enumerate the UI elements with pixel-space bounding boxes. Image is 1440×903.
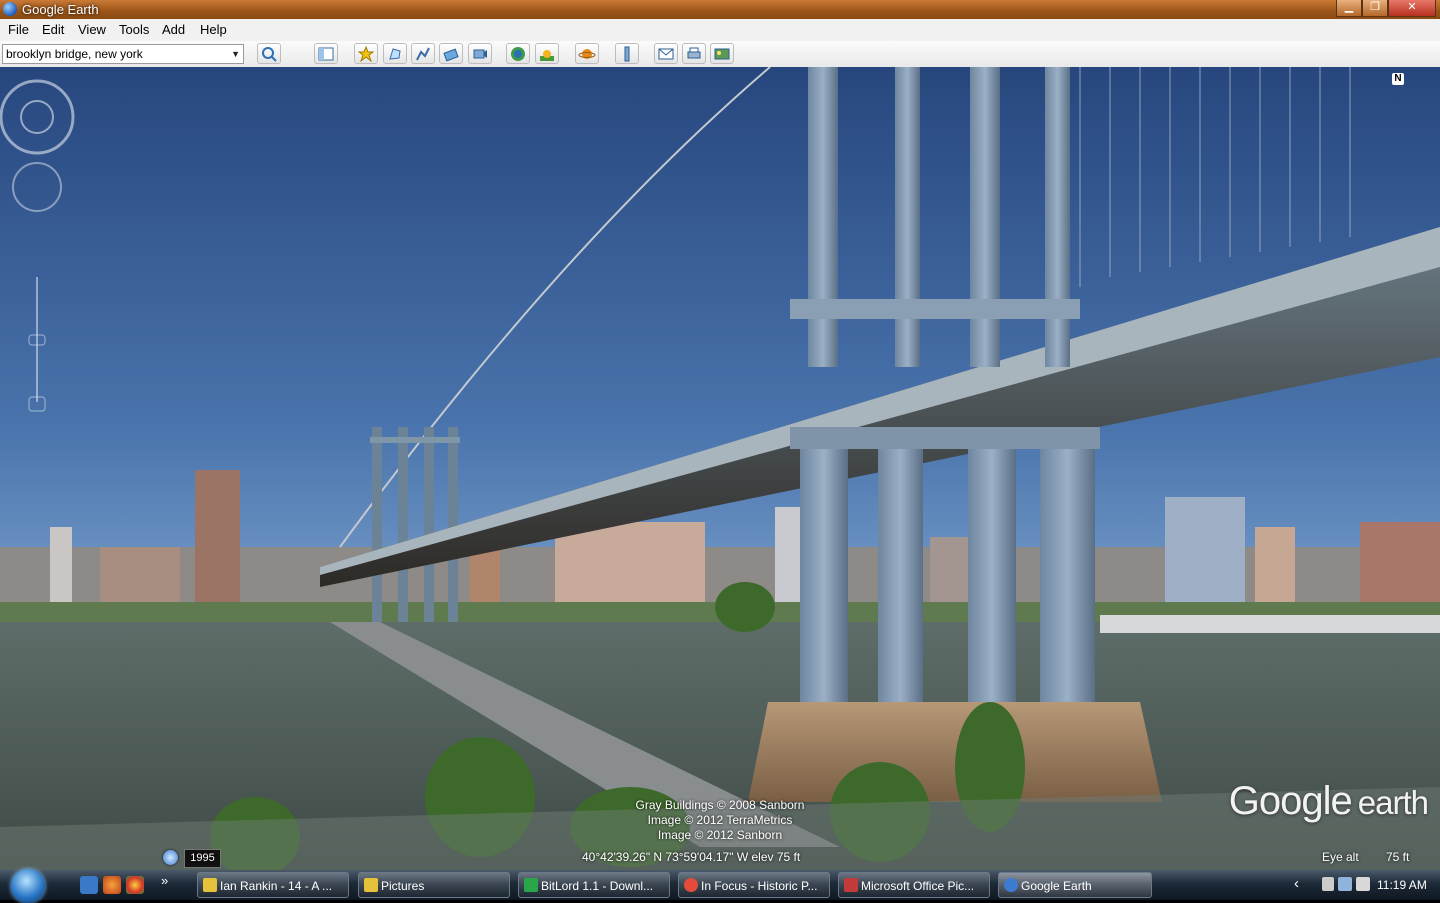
compass-north-icon[interactable]: N [1392, 73, 1404, 85]
taskbar-item[interactable]: Microsoft Office Pic... [838, 872, 990, 898]
start-button[interactable] [9, 869, 49, 903]
credit-line: Gray Buildings © 2008 Sanborn [635, 798, 805, 812]
polygon-icon [389, 47, 401, 60]
network-icon[interactable] [1338, 877, 1352, 891]
map-viewport[interactable]: N Gray Buildings © 2008 Sanborn Image © … [0, 67, 1440, 870]
watermark-product: earth [1357, 784, 1429, 821]
menu-help[interactable]: Help [200, 22, 227, 37]
taskbar-item[interactable]: BitLord 1.1 - Downl... [518, 872, 670, 898]
stone-base [748, 702, 1162, 802]
navigation-controls[interactable] [0, 67, 80, 427]
folder-icon [364, 878, 378, 892]
switch-sky-button[interactable] [575, 43, 599, 64]
taskbar-item-label: Ian Rankin - 14 - A ... [220, 879, 333, 893]
chrome-icon [684, 878, 698, 892]
google-earth-icon [3, 2, 17, 16]
record-tour-icon [473, 49, 487, 58]
eye-alt-value: 75 ft [1386, 850, 1410, 864]
system-tray: ‹ 11:19 AM [1292, 870, 1440, 900]
clock[interactable]: 11:19 AM [1377, 878, 1427, 892]
status-bar: 1995 40°42'39.26" N 73°59'04.17" W elev … [0, 849, 1440, 868]
search-dropdown-icon[interactable]: ▼ [231, 45, 240, 63]
historical-imagery-icon[interactable] [163, 850, 178, 865]
toolbar: ▼ [0, 41, 1440, 68]
image-overlay-icon [443, 48, 459, 61]
bridge-scene [0, 67, 1440, 870]
taskbar-item[interactable]: Ian Rankin - 14 - A ... [197, 872, 349, 898]
title-bar: Google Earth ▁ ❐ ✕ [0, 0, 1440, 19]
taskbar-item-label: In Focus - Historic P... [701, 879, 818, 893]
menu-view[interactable]: View [78, 22, 106, 37]
watermark-brand: Google [1228, 779, 1353, 823]
menu-file[interactable]: File [8, 22, 29, 37]
taskbar-item-label: Microsoft Office Pic... [861, 879, 975, 893]
imagery-year: 1995 [184, 849, 221, 868]
email-button[interactable] [654, 43, 678, 64]
add-polygon-button[interactable] [383, 43, 407, 64]
firefox-icon[interactable] [103, 876, 121, 894]
google-earth-watermark: Google earth [1228, 779, 1429, 824]
quicklaunch-more[interactable]: » [161, 873, 168, 888]
sunlight-icon [540, 49, 554, 61]
tray-expand-icon[interactable]: ‹ [1294, 875, 1299, 892]
credit-line: Image © 2012 Sanborn [657, 828, 783, 842]
credit-line: Image © 2012 TerraMetrics [647, 813, 793, 827]
restore-button[interactable]: ❐ [1362, 0, 1388, 17]
move-joystick[interactable] [12, 162, 62, 212]
print-button[interactable] [682, 43, 706, 64]
close-button[interactable]: ✕ [1388, 0, 1436, 17]
add-path-button[interactable] [411, 43, 435, 64]
menu-edit[interactable]: Edit [42, 22, 64, 37]
sky-planet-icon [578, 48, 596, 59]
windows-taskbar: » Ian Rankin - 14 - A ... Pictures BitLo… [0, 869, 1440, 903]
eye-alt-label: Eye alt [1322, 850, 1359, 864]
ruler-icon [624, 46, 630, 61]
save-image-button[interactable] [710, 43, 734, 64]
pier-shore [1100, 615, 1440, 633]
look-joystick[interactable] [20, 100, 54, 134]
taskbar-item-label: Google Earth [1021, 879, 1092, 893]
taskbar-item-active[interactable]: Google Earth [998, 872, 1152, 898]
window-title: Google Earth [22, 2, 99, 17]
menu-bar: File Edit View Tools Add Help [0, 19, 1440, 41]
record-tour-button[interactable] [468, 43, 492, 64]
placemark-icon [358, 45, 374, 62]
print-icon [687, 47, 701, 58]
windows-logo-icon [11, 869, 45, 903]
sidebar-toggle-button[interactable] [314, 43, 338, 64]
taskbar-item[interactable]: Pictures [358, 872, 510, 898]
email-icon [658, 48, 674, 59]
save-image-icon [714, 48, 730, 59]
sidebar-toggle-icon [318, 47, 334, 60]
add-image-overlay-button[interactable] [439, 43, 463, 64]
minimize-button[interactable]: ▁ [1336, 0, 1362, 17]
sunlight-button[interactable] [535, 43, 559, 64]
google-earth-icon [1004, 878, 1018, 892]
show-desktop-icon[interactable] [80, 876, 98, 894]
taskbar-item-label: Pictures [381, 879, 425, 893]
office-picture-icon [844, 878, 858, 892]
chrome-icon[interactable] [126, 876, 144, 894]
search-input[interactable] [3, 45, 226, 63]
ruler-button[interactable] [615, 43, 639, 64]
search-field[interactable]: ▼ [2, 44, 244, 64]
search-button[interactable] [257, 43, 281, 64]
historical-imagery-icon [511, 46, 525, 61]
bitlord-icon [524, 878, 538, 892]
window-controls: ▁ ❐ ✕ [1336, 0, 1436, 17]
volume-icon[interactable] [1356, 877, 1370, 891]
folder-icon [203, 878, 217, 892]
add-placemark-button[interactable] [354, 43, 378, 64]
menu-add[interactable]: Add [162, 22, 185, 37]
usb-icon[interactable] [1322, 877, 1334, 891]
coordinates-readout: 40°42'39.26" N 73°59'04.17" W elev 75 ft [582, 850, 801, 864]
taskbar-item-label: BitLord 1.1 - Downl... [541, 879, 654, 893]
menu-tools[interactable]: Tools [119, 22, 149, 37]
taskbar-item[interactable]: In Focus - Historic P... [678, 872, 830, 898]
path-icon [416, 47, 430, 60]
imagery-credits: Gray Buildings © 2008 Sanborn Image © 20… [600, 798, 840, 843]
search-icon [262, 46, 277, 62]
look-ring[interactable] [0, 79, 75, 155]
historical-imagery-button[interactable] [506, 43, 530, 64]
